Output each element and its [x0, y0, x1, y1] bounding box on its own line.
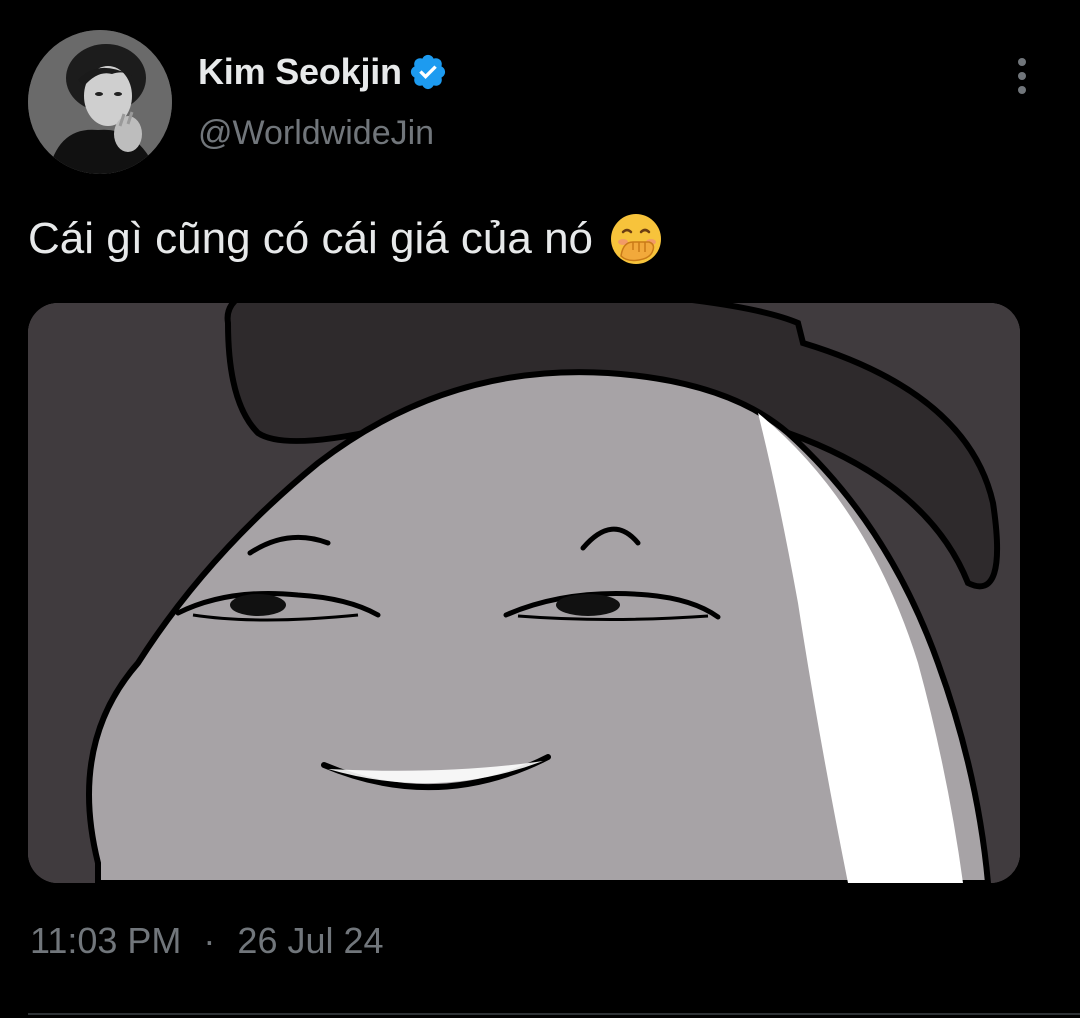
- face-with-hand-over-mouth-icon: [611, 214, 662, 264]
- tweet-text-row: Cái gì cũng có cái giá của nó: [28, 212, 663, 266]
- tweet-timestamp[interactable]: 11:03 PM · 26 Jul 24: [30, 920, 384, 962]
- more-vertical-icon: [1018, 58, 1026, 94]
- author-handle[interactable]: @WorldwideJin: [198, 114, 434, 153]
- tweet-media[interactable]: [28, 303, 1020, 883]
- tweet-date: 26 Jul 24: [237, 920, 384, 961]
- tweet-time: 11:03 PM: [30, 920, 182, 961]
- cartoon-smug-face-image: [28, 303, 1020, 883]
- avatar-photo: [28, 30, 172, 174]
- display-name[interactable]: Kim Seokjin: [198, 51, 402, 93]
- separator-dot: ·: [203, 920, 216, 961]
- author-name-row[interactable]: Kim Seokjin: [198, 50, 448, 94]
- more-options-button[interactable]: [1004, 56, 1040, 96]
- tweet-text: Cái gì cũng có cái giá của nó: [28, 214, 594, 263]
- divider: [28, 1013, 1080, 1015]
- avatar[interactable]: [28, 30, 172, 174]
- verified-badge-icon: [410, 54, 445, 90]
